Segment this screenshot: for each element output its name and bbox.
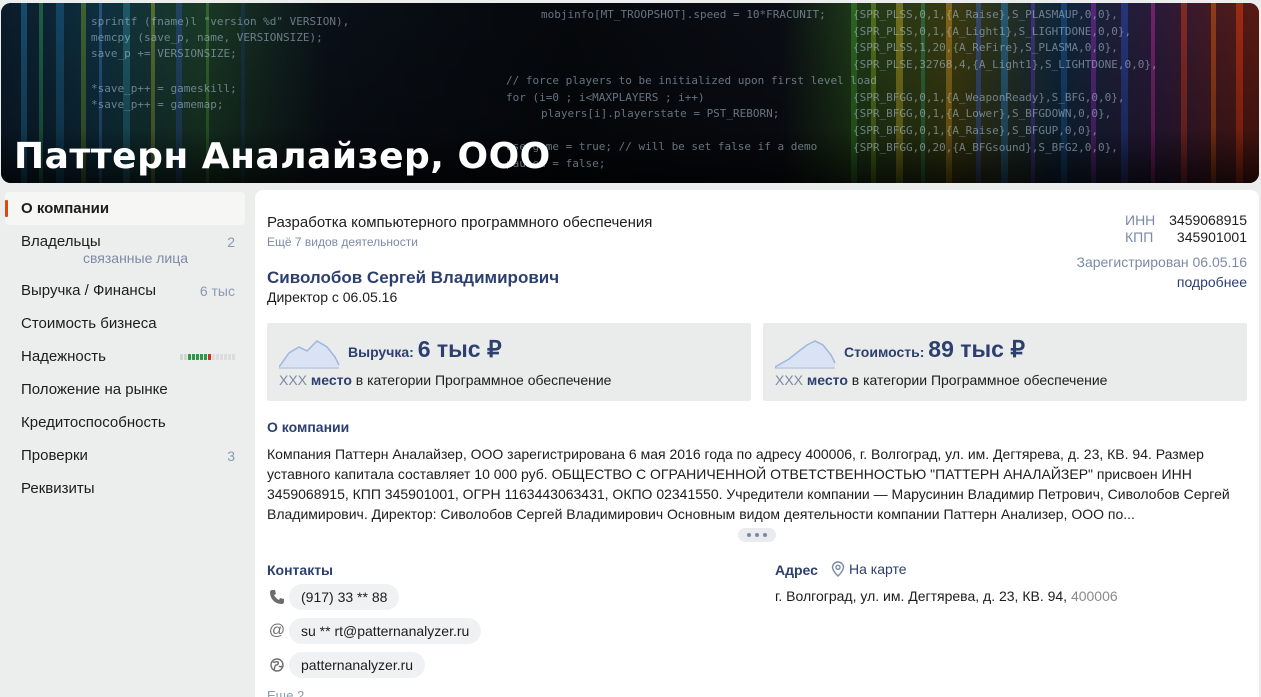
address-value: г. Волгоград, ул. им. Дегтярева, д. 23, … bbox=[775, 588, 1068, 604]
value-place: XXX место в категории Программное обеспе… bbox=[775, 372, 1107, 388]
sidebar-item-label: Выручка / Финансы bbox=[21, 282, 156, 299]
sidebar-item-label: Проверки bbox=[21, 447, 88, 464]
sidebar-item-business-value[interactable]: Стоимость бизнеса bbox=[5, 307, 245, 340]
sidebar-item-owners[interactable]: Владельцы 2 bbox=[5, 225, 245, 258]
registration-date: Зарегистрирован 06.05.16 bbox=[1076, 254, 1247, 270]
value-sparkline-icon bbox=[775, 340, 836, 369]
reliability-segment bbox=[192, 353, 195, 360]
reliability-segment bbox=[196, 353, 199, 360]
postal-code: 400006 bbox=[1070, 588, 1118, 604]
sidebar-item-label: О компании bbox=[21, 200, 110, 217]
kpp-row: КПП 345901001 bbox=[1125, 229, 1247, 246]
sidebar-nav: О компании Владельцы 2 связанные лица Вы… bbox=[5, 192, 245, 505]
email-address[interactable]: su ** rt@patternanalyzer.ru bbox=[289, 618, 482, 644]
business-value-card[interactable]: Стоимость: 89 тыс ₽ XXX место в категори… bbox=[763, 323, 1247, 401]
revenue-place-rank: XXX bbox=[279, 372, 308, 388]
reliability-segment bbox=[232, 353, 235, 360]
revenue-sparkline-icon bbox=[279, 340, 340, 369]
details-link[interactable]: подробнее bbox=[1177, 274, 1247, 290]
reliability-segment bbox=[216, 353, 219, 360]
value-label: Стоимость: bbox=[844, 344, 925, 360]
about-text: Компания Паттерн Аналайзер, ООО зарегист… bbox=[267, 446, 1230, 522]
director-role: Директор с 06.05.16 bbox=[267, 289, 398, 305]
company-banner: sprintf (fname)l "version %d" VERSION), … bbox=[1, 3, 1259, 183]
map-link-label: На карте bbox=[849, 561, 907, 577]
email-contact: @ su ** rt@patternanalyzer.ru bbox=[267, 618, 482, 644]
more-contacts-link[interactable]: Еще 2 bbox=[267, 688, 304, 697]
revenue-value: 6 тыс ₽ bbox=[417, 336, 502, 362]
company-info-panel: Разработка компьютерного программного об… bbox=[255, 190, 1259, 697]
value-title: Стоимость: 89 тыс ₽ bbox=[844, 336, 1025, 363]
sidebar-item-count: 6 тыс bbox=[199, 282, 235, 299]
phone-icon bbox=[267, 587, 287, 607]
address-text: г. Волгоград, ул. им. Дегтярева, д. 23, … bbox=[775, 588, 1118, 604]
revenue-card[interactable]: Выручка: 6 тыс ₽ XXX место в категории П… bbox=[267, 323, 751, 401]
dot-icon bbox=[763, 533, 767, 537]
website-contact: patternanalyzer.ru bbox=[267, 652, 426, 678]
inn-label: ИНН bbox=[1125, 212, 1156, 228]
globe-icon bbox=[267, 655, 287, 675]
revenue-place: XXX место в категории Программное обеспе… bbox=[279, 372, 611, 388]
reliability-segment bbox=[224, 353, 227, 360]
reliability-segment bbox=[220, 353, 223, 360]
at-sign-icon: @ bbox=[268, 622, 286, 639]
sidebar-item-market-position[interactable]: Положение на рынке bbox=[5, 373, 245, 406]
reliability-segment bbox=[228, 353, 231, 360]
sidebar-item-label: Стоимость бизнеса bbox=[21, 315, 157, 332]
sidebar-item-creditworthiness[interactable]: Кредитоспособность bbox=[5, 406, 245, 439]
phone-contact: (917) 33 ** 88 bbox=[267, 584, 400, 610]
sidebar-item-reliability[interactable]: Надежность bbox=[5, 340, 245, 373]
revenue-title: Выручка: 6 тыс ₽ bbox=[348, 336, 502, 363]
sidebar-item-revenue[interactable]: Выручка / Финансы 6 тыс bbox=[5, 274, 245, 307]
website-link[interactable]: patternanalyzer.ru bbox=[289, 652, 426, 678]
reliability-segment bbox=[180, 353, 183, 360]
revenue-place-category: в категории Программное обеспечение bbox=[355, 372, 612, 388]
map-link[interactable]: На карте bbox=[831, 561, 907, 577]
sidebar-item-count: 3 bbox=[227, 447, 235, 464]
sidebar-item-label: Кредитоспособность bbox=[21, 414, 166, 431]
kpp-label: КПП bbox=[1125, 229, 1154, 245]
main-activity: Разработка компьютерного программного об… bbox=[267, 214, 653, 231]
sidebar-item-label: Надежность bbox=[21, 348, 106, 365]
map-pin-icon bbox=[831, 561, 845, 577]
revenue-label: Выручка: bbox=[348, 344, 414, 360]
sidebar-item-label: Реквизиты bbox=[21, 480, 95, 497]
inn-row: ИНН 3459068915 bbox=[1125, 212, 1247, 229]
expand-about-button[interactable] bbox=[738, 528, 776, 542]
about-heading: О компании bbox=[267, 419, 350, 435]
phone-number[interactable]: (917) 33 ** 88 bbox=[289, 584, 400, 610]
sidebar-item-count: 2 bbox=[227, 233, 235, 250]
reliability-segment bbox=[184, 353, 187, 360]
dot-icon bbox=[747, 533, 751, 537]
reliability-meter bbox=[180, 353, 235, 360]
requisites-block: ИНН 3459068915 КПП 345901001 bbox=[1125, 212, 1247, 246]
sidebar-item-requisites[interactable]: Реквизиты bbox=[5, 472, 245, 505]
company-title: Паттерн Аналайзер, ООО bbox=[14, 136, 551, 177]
address-heading: Адрес bbox=[775, 562, 818, 578]
value-place-category: в категории Программное обеспечение bbox=[851, 372, 1108, 388]
director-name-link[interactable]: Сиволобов Сергей Владимирович bbox=[267, 268, 559, 288]
value-place-rank: XXX bbox=[775, 372, 804, 388]
reliability-segment bbox=[188, 353, 191, 360]
sidebar-item-label: Владельцы bbox=[21, 233, 101, 250]
more-activities-link[interactable]: Ещё 7 видов деятельности bbox=[267, 235, 418, 249]
reliability-segment bbox=[212, 353, 215, 360]
reliability-segment bbox=[200, 353, 203, 360]
sidebar-item-about[interactable]: О компании bbox=[5, 192, 245, 225]
sidebar-item-label: Положение на рынке bbox=[21, 381, 168, 398]
reliability-segment bbox=[204, 353, 207, 360]
reliability-segment bbox=[208, 353, 211, 360]
contacts-heading: Контакты bbox=[267, 562, 334, 578]
inn-value: 3459068915 bbox=[1169, 212, 1247, 228]
kpp-value: 345901001 bbox=[1176, 229, 1247, 245]
value-place-word: место bbox=[806, 372, 848, 388]
dot-icon bbox=[755, 533, 759, 537]
sidebar-item-inspections[interactable]: Проверки 3 bbox=[5, 439, 245, 472]
revenue-place-word: место bbox=[310, 372, 352, 388]
value-amount: 89 тыс ₽ bbox=[928, 336, 1025, 362]
